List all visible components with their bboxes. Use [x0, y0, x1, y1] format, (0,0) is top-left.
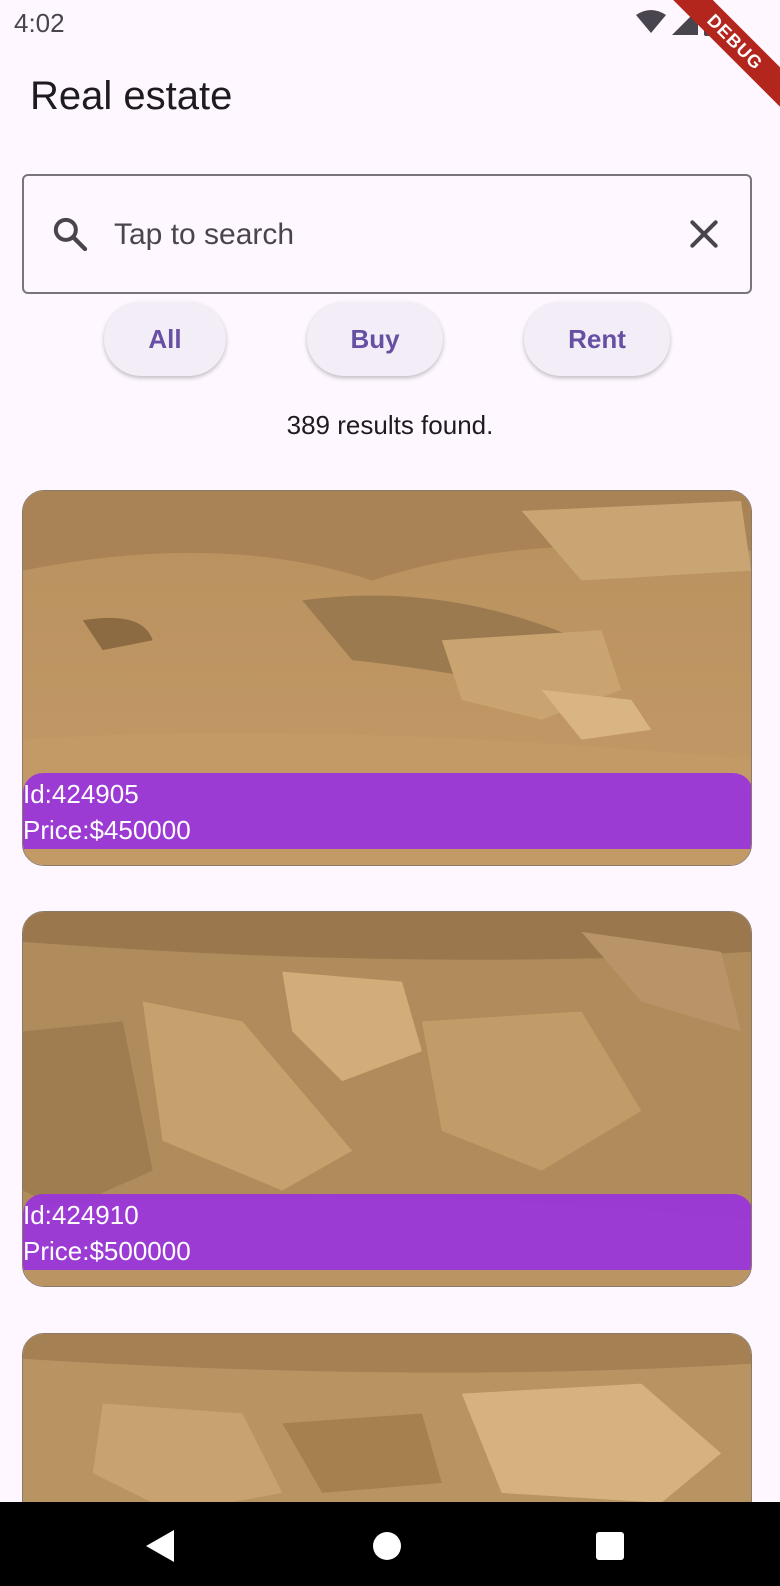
system-nav-bar [0, 1502, 780, 1586]
results-count: 389 results found. [286, 410, 494, 440]
debug-ribbon: DEBUG [664, 0, 780, 113]
recents-icon[interactable] [596, 1532, 624, 1560]
home-icon[interactable] [373, 1532, 401, 1560]
app-screen: 4:02 DEBUG Real estate Tap to search All… [0, 0, 780, 1586]
search-input[interactable] [114, 206, 674, 264]
filter-all-button[interactable]: All [104, 302, 226, 376]
search-box[interactable] [22, 174, 752, 294]
listing-label: Id:424905 Price:$450000 [23, 773, 751, 849]
debug-banner: DEBUG [650, 0, 780, 130]
listing-label: Id:424910 Price:$500000 [23, 1194, 751, 1270]
listing-price: Price:$450000 [23, 815, 191, 845]
page-title: Real estate [30, 74, 233, 118]
status-bar: 4:02 DEBUG [0, 0, 780, 113]
filter-buy-button[interactable]: Buy [307, 302, 443, 376]
listing-id: Id:424905 [23, 779, 139, 809]
listing-price: Price:$500000 [23, 1236, 191, 1266]
back-icon[interactable] [146, 1530, 176, 1562]
search-icon[interactable] [50, 214, 90, 254]
listing-id: Id:424910 [23, 1200, 139, 1230]
close-icon[interactable] [684, 214, 724, 254]
filter-rent-button[interactable]: Rent [524, 302, 670, 376]
status-time: 4:02 [14, 8, 65, 38]
listing-card[interactable]: Id:424910 Price:$500000 [22, 911, 752, 1287]
listing-card[interactable]: Id:424905 Price:$450000 [22, 490, 752, 866]
